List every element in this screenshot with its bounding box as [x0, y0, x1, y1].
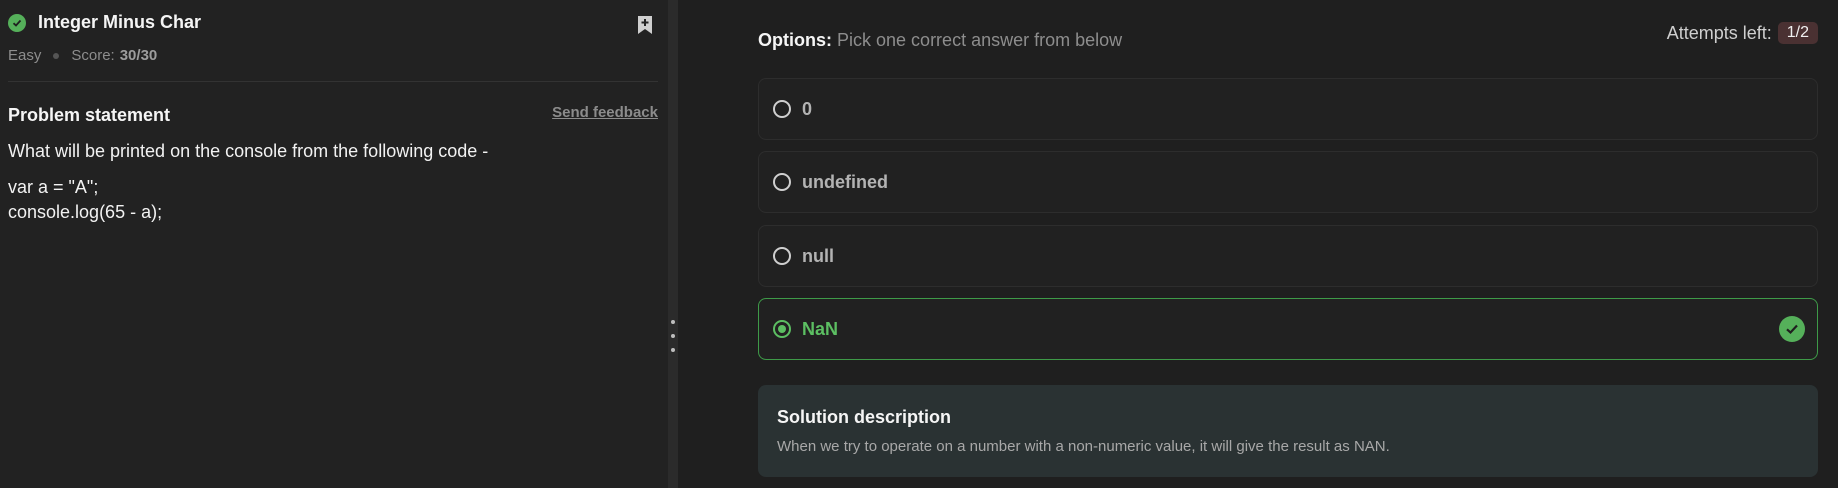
send-feedback-link[interactable]: Send feedback [552, 104, 658, 121]
options-title: Options: [758, 30, 832, 50]
drag-handle-icon[interactable] [671, 320, 675, 362]
problem-statement-heading: Problem statement [8, 105, 171, 125]
attempts-badge: 1/2 [1777, 22, 1818, 44]
solution-title: Solution description [777, 407, 951, 427]
app-root: Integer Minus Char Easy Score: 30/30 Pro… [0, 0, 1838, 488]
separator-dot [53, 52, 60, 59]
options-hint: Pick one correct answer from below [837, 30, 1123, 50]
title-row: Integer Minus Char [8, 12, 201, 33]
option-label: undefined [802, 171, 888, 192]
radio-button[interactable] [773, 100, 791, 118]
pane-splitter[interactable] [668, 0, 678, 488]
options-label: Options: Pick one correct answer from be… [758, 30, 1122, 51]
attempts-indicator: Attempts left: 1/2 [1667, 22, 1818, 44]
solution-text: When we try to operate on a number with … [777, 438, 1390, 455]
bookmark-add-icon[interactable] [634, 14, 656, 36]
radio-button-selected[interactable] [773, 320, 791, 338]
attempts-label: Attempts left: [1666, 22, 1772, 43]
score-label: Score: [71, 47, 115, 64]
question-text: What will be printed on the console from… [8, 141, 489, 161]
score-value: 30/30 [119, 47, 158, 64]
divider [8, 81, 658, 82]
problem-meta: Easy Score: 30/30 [8, 47, 157, 64]
radio-button[interactable] [773, 247, 791, 265]
check-circle-icon [8, 13, 26, 32]
check-circle-icon [1779, 316, 1805, 342]
radio-button[interactable] [773, 173, 791, 191]
option-label: 0 [802, 98, 813, 119]
code-snippet: var a = "A"; console.log(65 - a); [8, 177, 163, 222]
difficulty-label: Easy [8, 47, 42, 64]
option-0[interactable]: 0 [758, 78, 1818, 140]
problem-title: Integer Minus Char [38, 12, 202, 32]
quiz-pane: Options: Pick one correct answer from be… [678, 0, 1838, 488]
problem-pane: Integer Minus Char Easy Score: 30/30 Pro… [0, 0, 668, 488]
option-undefined[interactable]: undefined [758, 151, 1818, 213]
option-nan[interactable]: NaN [758, 298, 1818, 360]
solution-panel: Solution description When we try to oper… [758, 385, 1818, 477]
option-null[interactable]: null [758, 225, 1818, 287]
option-label: NaN [802, 318, 839, 339]
option-label: null [802, 245, 834, 266]
